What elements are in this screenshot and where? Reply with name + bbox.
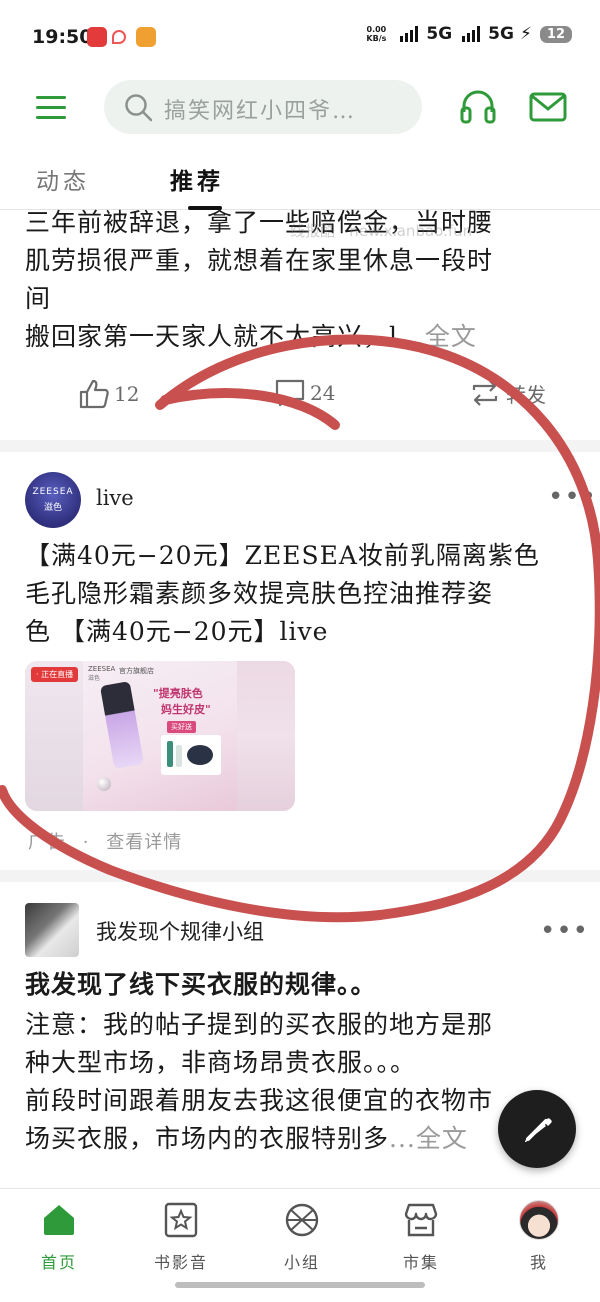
- ad-post-body[interactable]: 【满40元−20元】ZEESEA妆前乳隔离紫色 毛孔隐形霜素颜多效提亮肤色控油推…: [25, 537, 585, 651]
- feed-tabs: 动态 推荐: [0, 144, 600, 210]
- home-icon: [44, 1205, 74, 1235]
- signal-bars-icon: [400, 26, 419, 42]
- top-header: 搞笑网红小四爷…: [0, 72, 600, 144]
- nav-books-movies-music[interactable]: 书影音: [136, 1199, 226, 1273]
- comment-button[interactable]: 24: [274, 378, 335, 408]
- repost-label: 转发: [506, 382, 546, 407]
- battery-level: 12: [539, 25, 572, 43]
- ad-image-right-blur: [237, 661, 295, 811]
- status-bar: 19:50 0.00 KB/s 5G 5G ⚡ 12: [0, 0, 600, 72]
- network-type-2: 5G: [488, 24, 514, 44]
- thumb-up-icon: [79, 379, 109, 409]
- nav-home[interactable]: 首页: [14, 1199, 104, 1273]
- headset-icon[interactable]: [460, 88, 496, 126]
- post-action-bar: 12 24 转发: [0, 378, 600, 428]
- comment-count: 24: [310, 381, 336, 405]
- network-type-1: 5G: [426, 24, 453, 44]
- market-store-icon: [404, 1203, 438, 1237]
- read-more-link[interactable]: ...全文: [398, 322, 477, 351]
- read-more-link[interactable]: ...全文: [389, 1124, 468, 1153]
- media-card-icon: [164, 1202, 198, 1238]
- post-line: 肌劳损很严重，就想着在家里休息一段时: [25, 246, 494, 275]
- more-options-icon[interactable]: •••: [540, 916, 589, 946]
- nav-profile[interactable]: 我: [494, 1199, 584, 1273]
- app-notification-icon: [87, 27, 107, 47]
- product-cap-pearl: [97, 777, 111, 791]
- network-speed: 0.00 KB/s: [366, 25, 387, 43]
- like-count: 12: [114, 382, 140, 406]
- gift-products: [161, 735, 221, 775]
- poster-name[interactable]: live: [96, 486, 134, 510]
- search-icon: [125, 94, 153, 122]
- tab-dynamic[interactable]: 动态: [36, 162, 90, 196]
- post-line: 注意：我的帖子提到的买衣服的地方是那: [25, 1010, 494, 1039]
- ad-meta: 广告 · 查看详情: [28, 832, 183, 853]
- ad-image[interactable]: · 正在直播 ZEESEA 滋色 官方旗舰店 "提亮肤色 妈生好皮" 买好送: [25, 661, 295, 811]
- search-placeholder: 搞笑网红小四爷…: [164, 99, 357, 124]
- post-line: 种大型市场，非商场昂贵衣服。。。: [25, 1048, 417, 1077]
- post-title[interactable]: 我发现了线下买衣服的规律。。: [25, 966, 585, 1004]
- signal-bars-icon-2: [462, 26, 481, 42]
- ad-creative: ZEESEA 滋色 官方旗舰店 "提亮肤色 妈生好皮" 买好送: [83, 661, 237, 811]
- live-badge: · 正在直播: [31, 667, 79, 682]
- product-bottle: [99, 681, 145, 769]
- compose-button[interactable]: [498, 1090, 576, 1168]
- avatar[interactable]: ZEESEA 滋色: [25, 472, 81, 528]
- like-button[interactable]: 12: [78, 378, 139, 410]
- feed-separator: [0, 870, 600, 882]
- post-line: 色 【满40元−20元】live: [25, 617, 329, 646]
- menu-icon[interactable]: [36, 94, 68, 122]
- group-name[interactable]: 我发现个规律小组: [96, 916, 264, 946]
- more-options-icon[interactable]: •••: [548, 482, 597, 512]
- repost-icon: [472, 380, 498, 406]
- watermark: 线报酷 · new.xianbao.fun: [290, 222, 473, 240]
- post-line: 毛孔隐形霜素颜多效提亮肤色控油推荐姿: [25, 579, 494, 608]
- app-notification-icon-2: [136, 27, 156, 47]
- status-time: 19:50: [32, 26, 93, 48]
- location-notification-icon: [112, 30, 126, 44]
- charging-bolt-icon: ⚡: [519, 24, 532, 44]
- profile-avatar: [519, 1200, 559, 1240]
- post-line: 【满40元−20元】ZEESEA妆前乳隔离紫色: [25, 541, 540, 570]
- tab-recommend[interactable]: 推荐: [170, 162, 224, 196]
- search-input[interactable]: 搞笑网红小四爷…: [104, 80, 422, 134]
- ad-image-left-blur: [25, 661, 83, 811]
- ad-label: 广告: [28, 832, 66, 853]
- nav-market[interactable]: 市集: [376, 1199, 466, 1273]
- pen-icon: [525, 1118, 552, 1142]
- mail-icon[interactable]: [529, 92, 567, 122]
- comment-icon: [275, 379, 305, 407]
- group-ball-icon: [285, 1203, 319, 1237]
- post-line: 间: [25, 284, 52, 313]
- nav-groups[interactable]: 小组: [257, 1199, 347, 1273]
- view-details-link[interactable]: 查看详情: [106, 832, 182, 853]
- feed-separator: [0, 440, 600, 452]
- post-line: 搬回家第一天家人就不太高兴，l...全文: [25, 322, 477, 351]
- repost-button[interactable]: 转发: [468, 378, 546, 408]
- home-indicator[interactable]: [175, 1282, 425, 1288]
- avatar[interactable]: [25, 903, 79, 957]
